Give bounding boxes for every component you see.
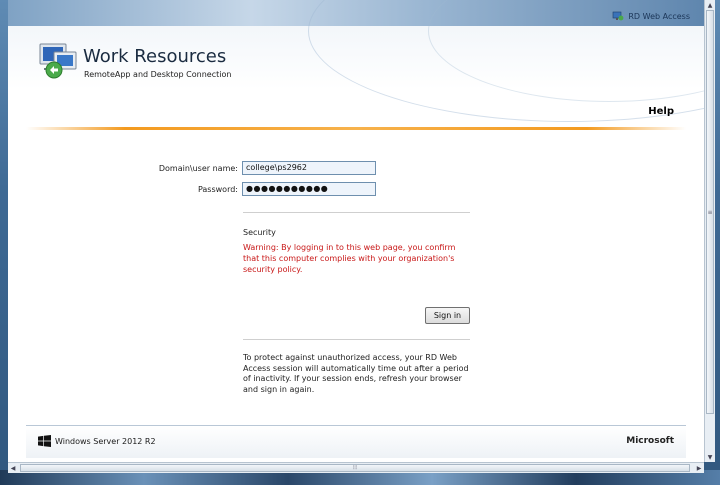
microsoft-logo: Microsoft: [626, 436, 674, 446]
help-link[interactable]: Help: [648, 106, 674, 117]
rd-web-access-link[interactable]: RD Web Access: [612, 11, 690, 21]
security-heading: Security: [243, 228, 276, 237]
page-footer: Windows Server 2012 R2 Microsoft: [26, 425, 686, 458]
windows-logo-icon: [38, 435, 51, 447]
scroll-down-icon[interactable]: ▼: [705, 452, 715, 462]
remoteapp-logo-icon: [39, 43, 77, 79]
scroll-up-icon[interactable]: ▲: [705, 0, 715, 10]
horizontal-scrollbar[interactable]: ◀ ⦙⦙⦙ ▶: [8, 462, 704, 473]
password-row: Password: ●●●●●●●●●●●: [118, 182, 376, 196]
security-warning: Warning: By logging in to this web page,…: [243, 243, 456, 274]
divider: [243, 212, 470, 213]
username-row: Domain\user name: college\ps2962: [118, 161, 376, 175]
scroll-right-icon[interactable]: ▶: [694, 463, 704, 473]
password-label: Password:: [197, 184, 238, 194]
vertical-scrollbar[interactable]: ▲ ≡ ▼: [704, 0, 715, 462]
divider: [243, 339, 470, 340]
password-input[interactable]: ●●●●●●●●●●●: [242, 182, 376, 196]
page-subtitle: RemoteApp and Desktop Connection: [84, 70, 232, 79]
sign-in-button[interactable]: Sign in: [425, 307, 470, 324]
remote-desktop-icon: [613, 11, 624, 21]
scroll-grip-icon: ≡: [707, 208, 713, 216]
username-label: Domain\user name:: [158, 163, 238, 173]
windows-server-logo: Windows Server 2012 R2: [38, 435, 156, 447]
page-header: RD Web Access Work Resources RemoteApp a…: [8, 0, 704, 128]
session-timeout-info: To protect against unauthorized access, …: [243, 353, 469, 394]
windows-server-label: Windows Server 2012 R2: [55, 436, 156, 446]
username-input[interactable]: college\ps2962: [242, 161, 376, 175]
horizontal-scroll-thumb[interactable]: ⦙⦙⦙: [20, 464, 690, 472]
vertical-scroll-thumb[interactable]: ≡: [706, 10, 714, 414]
scroll-left-icon[interactable]: ◀: [8, 463, 18, 473]
page-title: Work Resources: [83, 46, 227, 67]
rd-web-access-label: RD Web Access: [628, 11, 690, 21]
web-page: RD Web Access Work Resources RemoteApp a…: [8, 0, 704, 462]
header-divider: [26, 127, 686, 130]
scroll-grip-icon: ⦙⦙⦙: [352, 464, 358, 471]
